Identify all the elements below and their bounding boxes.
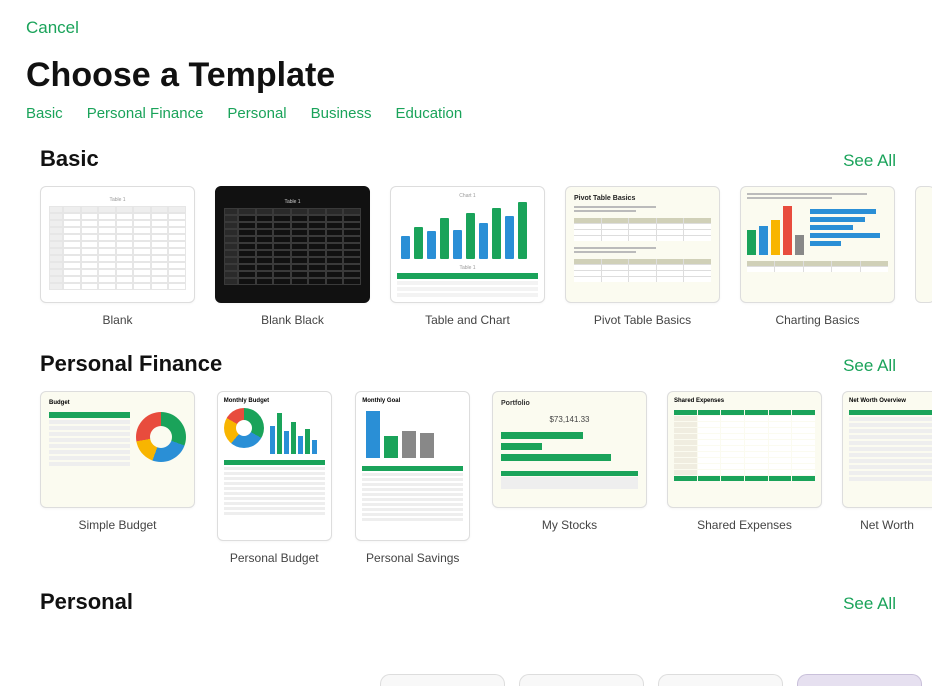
thumb-simple-budget: Budget [40,391,195,508]
template-simple-budget[interactable]: Budget Simple Budget [40,391,195,565]
thumb-title: Monthly Goal [362,398,463,404]
section-title-personal: Personal [40,589,133,615]
template-table-and-chart[interactable]: Chart 1 Table 1 Table and Chart [390,186,545,327]
category-tabs: Basic Personal Finance Personal Business… [0,105,932,140]
thumb-net-worth: Net Worth Overview [842,391,932,508]
thumb-my-stocks: Portfolio $73,141.33 [492,391,647,508]
template-label: Pivot Table Basics [594,313,691,327]
thumb-title: Table 1 [49,197,186,203]
tab-business[interactable]: Business [311,105,372,122]
template-label: Table and Chart [425,313,510,327]
thumb-title: Pivot Table Basics [574,195,711,202]
see-all-basic[interactable]: See All [843,151,906,171]
template-label: Simple Budget [78,518,156,532]
thumb-subtitle: Table 1 [397,265,538,271]
donut-chart-icon [136,412,186,462]
bottom-toolbar-peek [380,674,922,686]
thumb-title: Net Worth Overview [849,398,932,404]
template-label: Personal Budget [230,551,319,565]
template-charting-basics[interactable]: Charting Basics [740,186,895,327]
template-personal-budget[interactable]: Monthly Budget Personal Budget [215,391,334,565]
see-all-personal-finance[interactable]: See All [843,356,906,376]
template-blank[interactable]: Table 1 Blank [40,186,195,327]
template-label: Charting Basics [775,313,859,327]
thumb-title: Portfolio [501,400,638,407]
thumb-title: Shared Expenses [674,398,815,404]
row-personal-finance: Budget Simple Budget Monthly Budget [0,391,932,583]
cancel-button[interactable]: Cancel [26,18,79,37]
template-my-stocks[interactable]: Portfolio $73,141.33 My Stocks [492,391,647,565]
donut-chart-icon [224,408,264,448]
template-personal-savings[interactable]: Monthly Goal Personal Savings [354,391,473,565]
see-all-personal[interactable]: See All [843,594,906,614]
thumb-personal-budget: Monthly Budget [217,391,332,541]
thumb-title: Table 1 [224,199,361,205]
section-title-personal-finance: Personal Finance [40,351,222,377]
template-label: Shared Expenses [697,518,792,532]
thumb-table-chart: Chart 1 Table 1 [390,186,545,303]
thumb-title: Budget [49,400,186,406]
template-shared-expenses[interactable]: Shared Expenses Shared Expenses [667,391,822,565]
template-label: Net Worth [860,518,914,532]
page-title: Choose a Template [0,38,932,105]
tab-basic[interactable]: Basic [26,105,63,122]
template-label: My Stocks [542,518,597,532]
thumb-title: Monthly Budget [224,398,325,404]
template-net-worth[interactable]: Net Worth Overview Net Worth [842,391,932,565]
tab-education[interactable]: Education [396,105,463,122]
template-pivot-table-basics[interactable]: Pivot Table Basics Pivot Table Basics [565,186,720,327]
thumb-shared-expenses: Shared Expenses [667,391,822,508]
tab-personal-finance[interactable]: Personal Finance [87,105,204,122]
thumb-blank-black: Table 1 [215,186,370,303]
tab-personal[interactable]: Personal [227,105,286,122]
row-basic: Table 1 Blank Table 1 [0,186,932,345]
template-label: Personal Savings [366,551,459,565]
template-peek-basic[interactable] [915,186,932,303]
thumb-pivot: Pivot Table Basics [565,186,720,303]
thumb-personal-savings: Monthly Goal [355,391,470,541]
template-blank-black[interactable]: Table 1 Blank Black [215,186,370,327]
thumb-title: Chart 1 [397,193,538,199]
thumb-charting [740,186,895,303]
template-label: Blank [102,313,132,327]
template-label: Blank Black [261,313,324,327]
thumb-blank: Table 1 [40,186,195,303]
thumb-amount: $73,141.33 [501,415,638,424]
section-title-basic: Basic [40,146,99,172]
